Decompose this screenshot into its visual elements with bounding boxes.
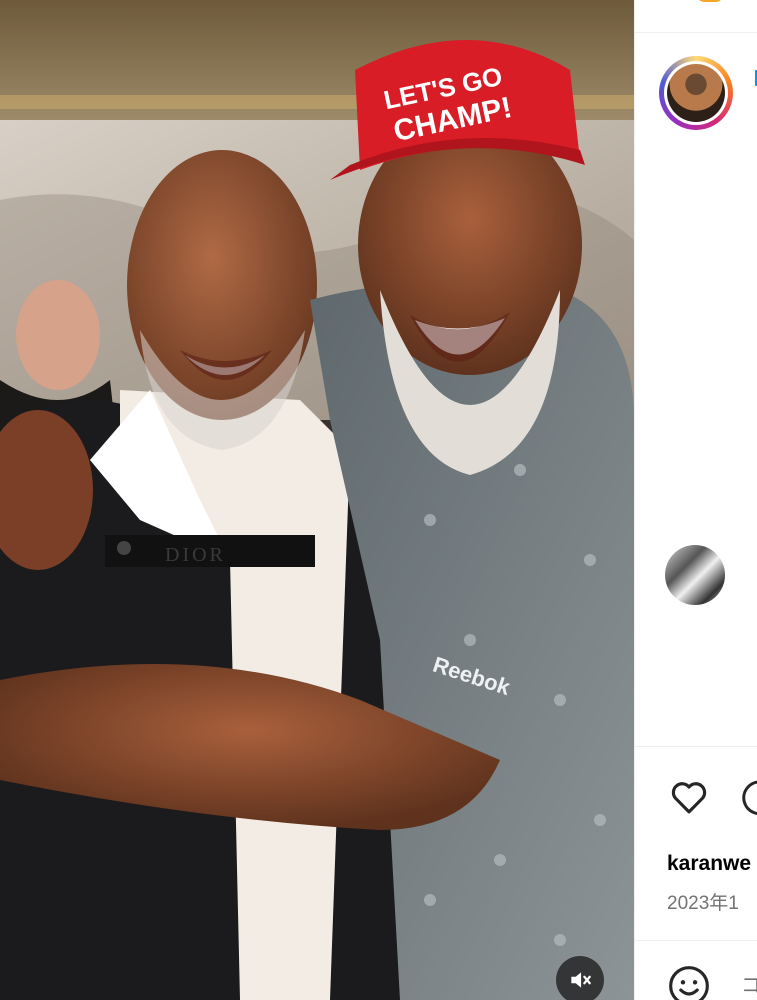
likes-username[interactable]: karanwe [667,852,751,876]
heart-icon[interactable] [667,776,711,818]
author-avatar[interactable] [659,56,733,130]
story-ring-partial [695,0,725,2]
avatar-image [667,64,725,122]
divider [635,32,757,33]
comment-icon[interactable] [739,776,757,818]
post-media[interactable]: DIOR Reebok LET'S GO CHAMP! [0,0,634,1000]
post-side-panel: karanwe 2023年1 [634,0,757,1000]
divider [635,940,757,941]
divider [635,746,757,747]
commenter-avatar[interactable] [665,545,725,605]
post-photo: DIOR Reebok LET'S GO CHAMP! [0,0,634,1000]
avatar-ring-gap [664,61,728,125]
emoji-icon[interactable] [667,964,711,1000]
volume-muted-icon [571,972,591,988]
post-date[interactable]: 2023年1 [667,888,739,915]
strap-text: DIOR [165,544,226,566]
comment-input[interactable] [741,972,757,1000]
mute-button[interactable] [556,956,604,1000]
